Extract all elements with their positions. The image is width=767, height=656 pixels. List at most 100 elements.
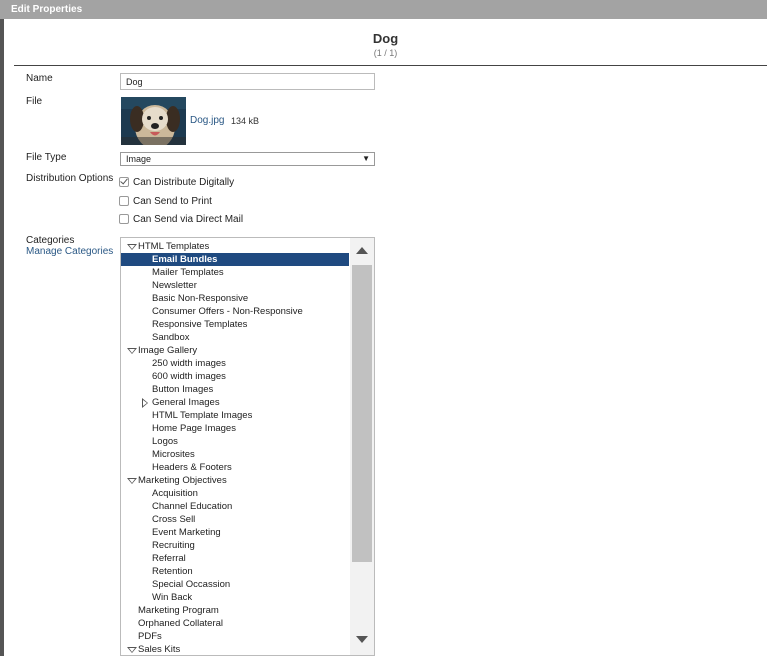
triangle-down-icon[interactable]: [127, 478, 137, 484]
file-link[interactable]: Dog.jpg: [190, 115, 224, 126]
category-item[interactable]: PDFs: [121, 630, 349, 643]
category-item[interactable]: 600 width images: [121, 370, 349, 383]
category-item[interactable]: Recruiting: [121, 539, 349, 552]
category-item[interactable]: Newsletter: [121, 279, 349, 292]
category-label: Newsletter: [152, 280, 197, 291]
file-label: File: [26, 96, 43, 107]
window-left-edge: [0, 18, 4, 656]
file-thumbnail[interactable]: [121, 97, 186, 145]
tree-scrollbar[interactable]: [350, 238, 374, 655]
category-label: Sales Kits: [138, 644, 181, 655]
category-item[interactable]: Microsites: [121, 448, 349, 461]
category-label: Recruiting: [152, 540, 195, 551]
category-item[interactable]: Consumer Offers - Non-Responsive: [121, 305, 349, 318]
scroll-down-arrow-icon[interactable]: [356, 636, 368, 643]
category-item[interactable]: Retention: [121, 565, 349, 578]
category-label: 250 width images: [152, 358, 226, 369]
category-label: Image Gallery: [138, 345, 198, 356]
category-label: Email Bundles: [152, 254, 218, 265]
category-label: Orphaned Collateral: [138, 618, 224, 629]
category-label: Sandbox: [152, 332, 190, 343]
category-item[interactable]: Home Page Images: [121, 422, 349, 435]
record-position: (1 / 1): [373, 48, 398, 58]
file-size: 134 kB: [231, 116, 260, 126]
category-label: Home Page Images: [152, 423, 236, 434]
category-label: Cross Sell: [152, 514, 196, 525]
distribute-digitally-checkbox[interactable]: [119, 177, 129, 187]
category-label: Retention: [152, 566, 193, 577]
file-type-label: File Type: [26, 152, 67, 163]
manage-categories-link[interactable]: Manage Categories: [26, 246, 113, 257]
category-label: HTML Templates: [138, 241, 210, 252]
category-item[interactable]: Mailer Templates: [121, 266, 349, 279]
category-item[interactable]: Marketing Program: [121, 604, 349, 617]
category-label: HTML Template Images: [152, 410, 253, 421]
category-label: Headers & Footers: [152, 462, 232, 473]
record-header: Dog (1 / 1): [4, 31, 767, 58]
category-label: Responsive Templates: [152, 319, 248, 330]
category-label: Acquisition: [152, 488, 198, 499]
distribute-digitally-label: Can Distribute Digitally: [133, 177, 235, 188]
scroll-thumb[interactable]: [352, 265, 372, 562]
category-label: Marketing Program: [138, 605, 219, 616]
category-item[interactable]: Responsive Templates: [121, 318, 349, 331]
category-label: Mailer Templates: [152, 267, 224, 278]
category-item-selected[interactable]: Email Bundles: [121, 253, 349, 266]
category-label: Logos: [152, 436, 178, 447]
category-label: General Images: [152, 397, 220, 408]
categories-tree[interactable]: HTML Templates Email Bundles Mailer Templa…: [120, 237, 375, 656]
category-item[interactable]: Special Occassion: [121, 578, 349, 591]
category-label: 600 width images: [152, 371, 226, 382]
dialog-title: Edit Properties: [0, 0, 767, 19]
name-input[interactable]: [120, 73, 375, 90]
category-label: Win Back: [152, 592, 193, 603]
direct-mail-label: Can Send via Direct Mail: [133, 214, 244, 225]
category-label: Button Images: [152, 384, 214, 395]
category-label: Microsites: [152, 449, 195, 460]
direct-mail-checkbox[interactable]: [119, 214, 129, 224]
record-title: Dog: [372, 31, 399, 46]
triangle-down-icon[interactable]: [127, 348, 137, 354]
category-item[interactable]: Orphaned Collateral: [121, 617, 349, 630]
category-label: Marketing Objectives: [138, 475, 227, 486]
category-item[interactable]: Win Back: [121, 591, 349, 604]
header-divider: [14, 65, 767, 66]
category-item[interactable]: Basic Non-Responsive: [121, 292, 349, 305]
category-label: Channel Education: [152, 501, 233, 512]
category-item[interactable]: HTML Templates: [121, 240, 349, 253]
category-item[interactable]: Referral: [121, 552, 349, 565]
file-type-value: Image: [126, 154, 152, 164]
category-label: Basic Non-Responsive: [152, 293, 249, 304]
category-item[interactable]: HTML Template Images: [121, 409, 349, 422]
triangle-down-icon[interactable]: [127, 244, 137, 250]
category-item[interactable]: General Images: [121, 396, 349, 409]
triangle-down-icon[interactable]: [127, 647, 137, 653]
category-label: Referral: [152, 553, 186, 564]
category-label: Consumer Offers - Non-Responsive: [152, 306, 303, 317]
category-label: Special Occassion: [152, 579, 231, 590]
category-label: Event Marketing: [152, 527, 221, 538]
category-item[interactable]: Sales Kits: [121, 643, 349, 655]
name-label: Name: [26, 73, 53, 84]
caret-down-icon: ▼: [362, 154, 370, 163]
category-item[interactable]: 250 width images: [121, 357, 349, 370]
category-item[interactable]: Marketing Objectives: [121, 474, 349, 487]
category-label: PDFs: [138, 631, 162, 642]
file-type-select[interactable]: Image ▼: [120, 152, 375, 166]
distribution-options-label: Distribution Options: [26, 173, 114, 184]
scroll-up-arrow-icon[interactable]: [356, 247, 368, 254]
triangle-right-icon[interactable]: [142, 398, 148, 408]
category-item[interactable]: Acquisition: [121, 487, 349, 500]
category-item[interactable]: Button Images: [121, 383, 349, 396]
send-to-print-checkbox[interactable]: [119, 196, 129, 206]
category-item[interactable]: Event Marketing: [121, 526, 349, 539]
category-item[interactable]: Cross Sell: [121, 513, 349, 526]
category-item[interactable]: Headers & Footers: [121, 461, 349, 474]
category-item[interactable]: Image Gallery: [121, 344, 349, 357]
categories-tree-list: HTML Templates Email Bundles Mailer Templa…: [121, 240, 349, 655]
category-item[interactable]: Channel Education: [121, 500, 349, 513]
send-to-print-label: Can Send to Print: [133, 196, 212, 207]
dog-photo-thumbnail: [121, 97, 186, 145]
category-item[interactable]: Logos: [121, 435, 349, 448]
category-item[interactable]: Sandbox: [121, 331, 349, 344]
